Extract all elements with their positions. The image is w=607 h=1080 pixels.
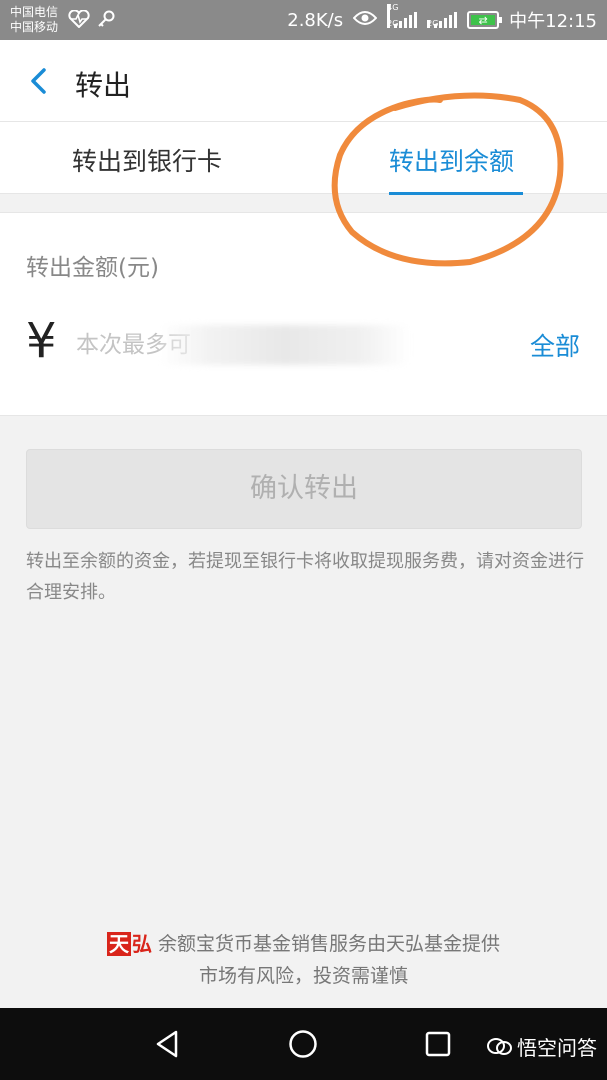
clock: 中午12:15 (509, 11, 597, 32)
redacted-blur (160, 325, 410, 365)
carrier-names: 中国电信 中国移动 (10, 5, 58, 35)
system-nav-bar: 悟空问答 (0, 1008, 607, 1080)
battery-charging-icon: ⇄ (467, 11, 503, 29)
carrier-1: 中国电信 (10, 5, 59, 19)
triangle-back-icon (156, 1030, 178, 1058)
network-speed: 2.8K/s (287, 9, 344, 31)
chevron-left-icon (31, 68, 46, 94)
amount-card: 转出金额(元) ¥ 全部 (0, 212, 607, 416)
tab-bar: 转出到银行卡 转出到余额 (0, 122, 607, 195)
amount-label: 转出金额(元) (26, 255, 159, 281)
status-bar: 中国电信 中国移动 2.8K/s 4G 2G 2G ⇄ 中午12:15 (0, 0, 607, 40)
yen-icon: ¥ (26, 313, 57, 369)
tab-bank-card[interactable]: 转出到银行卡 (72, 142, 222, 178)
confirm-transfer-button[interactable]: 确认转出 (26, 449, 582, 529)
footer-disclaimer: 天弘 余额宝货币基金销售服务由天弘基金提供 市场有风险，投资需谨慎 (0, 928, 607, 992)
fee-notice: 转出至余额的资金，若提现至银行卡将收取提现服务费，请对资金进行合理安排。 (26, 551, 584, 603)
nav-home-button[interactable] (287, 1028, 319, 1060)
watermark: 悟空问答 (487, 1032, 597, 1061)
watermark-text: 悟空问答 (517, 1036, 597, 1060)
active-tab-indicator (389, 192, 523, 195)
footer-line-2: 市场有风险，投资需谨慎 (198, 965, 408, 987)
nav-recent-button[interactable] (422, 1028, 454, 1060)
key-icon (96, 9, 116, 33)
heartbeat-icon (68, 9, 90, 32)
tab-balance[interactable]: 转出到余额 (389, 142, 514, 178)
signal-icon-1: 4G 2G (387, 4, 418, 28)
eye-icon (352, 10, 378, 31)
all-amount-button[interactable]: 全部 (530, 327, 580, 363)
signal-icon-2: 2G (427, 12, 458, 28)
square-recent-icon (425, 1031, 451, 1057)
circle-home-icon (289, 1030, 317, 1058)
sig1-sub: 2G (387, 19, 399, 28)
page-title: 转出 (75, 69, 132, 102)
app-header: 转出 (0, 40, 607, 122)
tianhong-logo: 天弘 (106, 932, 152, 956)
nav-back-button[interactable] (152, 1028, 184, 1060)
back-button[interactable] (24, 62, 56, 100)
footer-line-1: 余额宝货币基金销售服务由天弘基金提供 (157, 933, 500, 955)
sig1-tag: 4G (387, 3, 399, 12)
chat-bubbles-icon (487, 1037, 512, 1055)
carrier-2: 中国移动 (10, 20, 59, 34)
sig2-tag: 2G (427, 19, 439, 28)
